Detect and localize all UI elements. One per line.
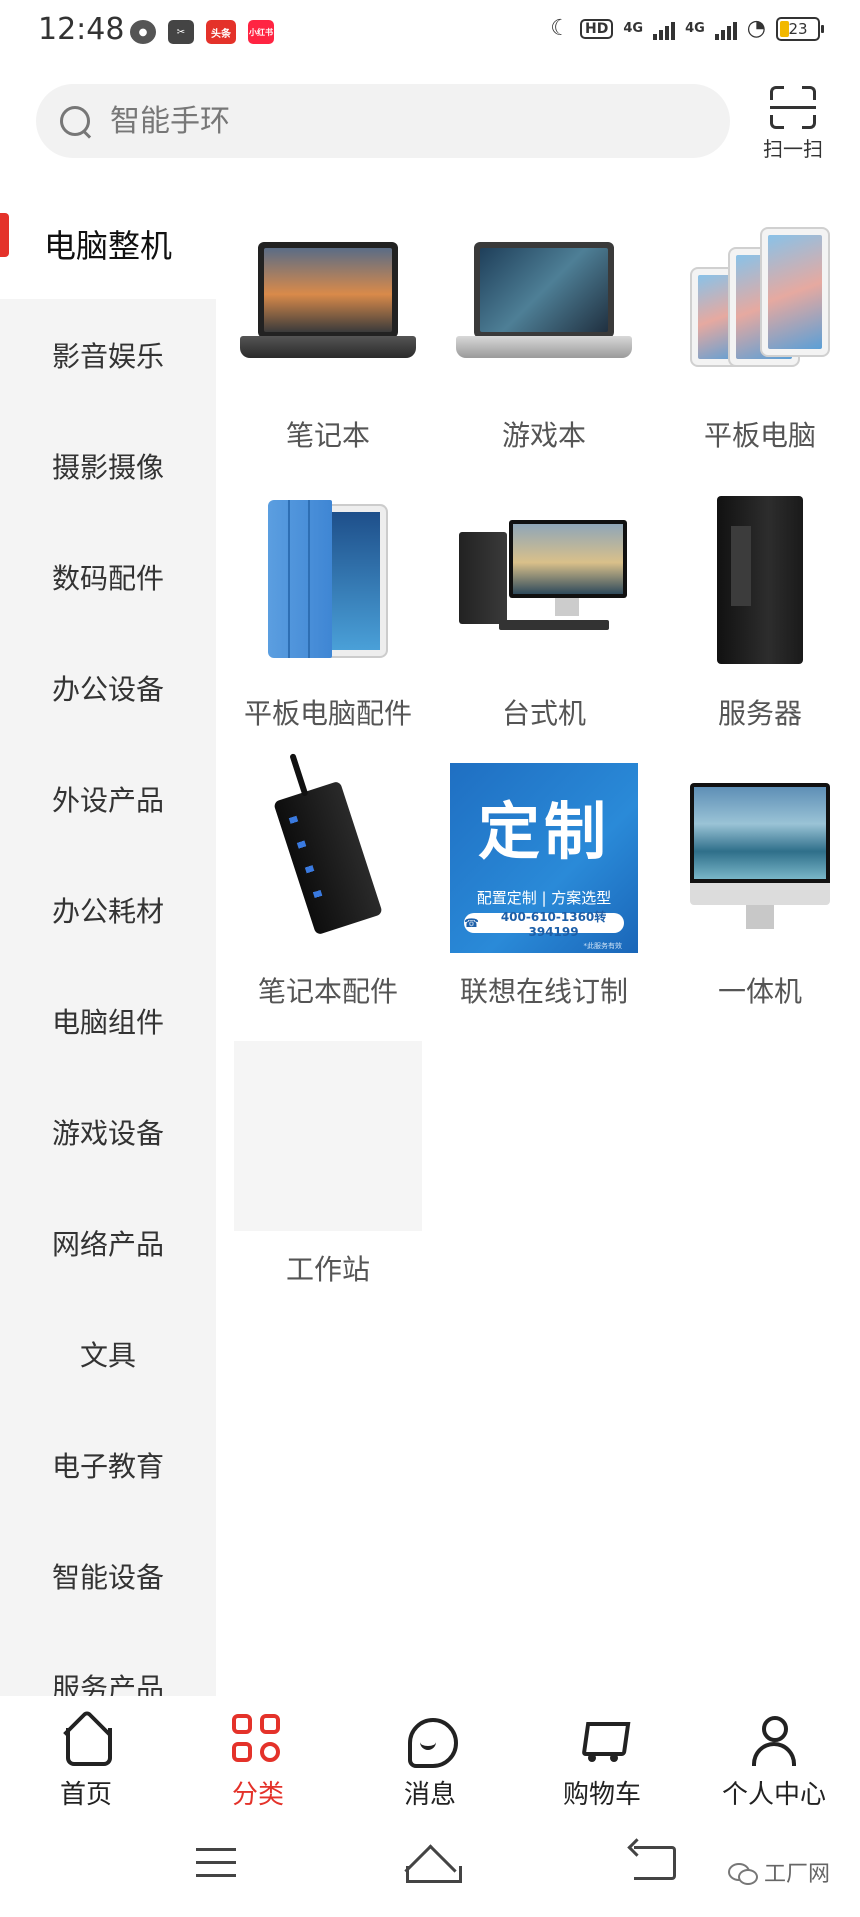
sidebar-item-photography[interactable]: 摄影摄像 [0, 410, 216, 521]
battery-level: 23 [788, 19, 808, 38]
grid-item-custom-order[interactable]: 定制 配置定制 | 方案选型 ☎ 400-610-1360转394199 *此服… [444, 763, 644, 1010]
message-icon [404, 1714, 458, 1768]
tab-label: 分类 [231, 1780, 284, 1810]
grid-item-label: 一体机 [717, 975, 802, 1008]
system-indicators: ☾ HD 4G 4G ◔ 23 [550, 16, 824, 41]
scan-icon [770, 86, 816, 129]
system-navigation-bar: 工厂网 [0, 1818, 860, 1917]
grid-item-label: 台式机 [501, 697, 586, 730]
sidebar-item-peripherals[interactable]: 外设产品 [0, 743, 216, 854]
tab-label: 购物车 [562, 1780, 641, 1810]
back-icon[interactable] [634, 1846, 676, 1880]
sidebar-item-education[interactable]: 电子教育 [0, 1409, 216, 1520]
grid-item-label: 工作站 [285, 1253, 370, 1286]
sidebar-item-office-equipment[interactable]: 办公设备 [0, 632, 216, 743]
grid-item-server[interactable]: 服务器 [660, 486, 860, 732]
custom-banner-subtitle: 配置定制 | 方案选型 [476, 889, 612, 907]
blank-image [234, 1041, 422, 1231]
sidebar-item-gaming[interactable]: 游戏设备 [0, 1076, 216, 1187]
search-input[interactable] [110, 103, 670, 139]
desktop-image [450, 486, 638, 674]
battery-icon: 23 [776, 16, 824, 41]
tab-profile[interactable]: 个人中心 [688, 1696, 860, 1818]
sidebar-item-network[interactable]: 网络产品 [0, 1187, 216, 1298]
xiaohongshu-icon: 小红书 [248, 20, 274, 44]
grid-item-all-in-one[interactable]: 一体机 [660, 764, 860, 1010]
tablet-cover-image [234, 486, 422, 674]
grid-item-label: 服务器 [717, 697, 802, 730]
grid-item-tablet[interactable]: 平板电脑 [660, 208, 860, 454]
custom-banner-title: 定制 [477, 795, 610, 868]
tab-label: 个人中心 [721, 1780, 826, 1810]
sidebar-item-components[interactable]: 电脑组件 [0, 965, 216, 1076]
grid-item-gaming-laptop[interactable]: 游戏本 [444, 208, 644, 454]
search-icon [58, 104, 92, 138]
custom-banner-note: *此服务有效 [583, 942, 623, 950]
watermark: 工厂网 [728, 1856, 830, 1888]
user-icon [748, 1714, 800, 1766]
grid-item-laptop[interactable]: 笔记本 [228, 208, 428, 454]
wechat-icon: ● [130, 20, 156, 44]
sidebar-item-stationery[interactable]: 文具 [0, 1298, 216, 1409]
server-image [666, 486, 854, 674]
sidebar-item-computers[interactable]: 电脑整机 [0, 188, 216, 299]
wechat-watermark-icon [728, 1861, 758, 1885]
gaming-laptop-image [450, 208, 638, 396]
watermark-text: 工厂网 [764, 1862, 831, 1887]
scissors-app-icon: ✂ [168, 20, 194, 44]
category-icon [232, 1714, 284, 1766]
tab-messages[interactable]: 消息 [344, 1696, 516, 1818]
wifi-icon: ◔ [746, 16, 766, 41]
scan-button[interactable]: 扫一扫 [752, 82, 834, 162]
tab-category[interactable]: 分类 [172, 1696, 344, 1818]
phone-icon: ☎ [464, 916, 484, 930]
custom-banner-phone: ☎ 400-610-1360转394199 [464, 910, 624, 939]
grid-item-desktop[interactable]: 台式机 [444, 486, 644, 732]
tab-cart[interactable]: 购物车 [516, 1696, 688, 1818]
network-2-label: 4G [685, 21, 705, 36]
tab-label: 消息 [403, 1780, 456, 1810]
cart-icon [576, 1714, 628, 1766]
menu-icon[interactable] [196, 1848, 236, 1878]
scan-label: 扫一扫 [763, 137, 823, 161]
grid-item-workstation[interactable]: 工作站 [228, 1041, 428, 1288]
search-bar[interactable] [36, 84, 730, 158]
status-time: 12:48 [38, 12, 125, 47]
grid-item-label: 笔记本配件 [257, 975, 398, 1008]
grid-item-label: 联想在线订制 [459, 975, 628, 1008]
sidebar-item-digital-accessories[interactable]: 数码配件 [0, 521, 216, 632]
grid-item-tablet-accessories[interactable]: 平板电脑配件 [228, 486, 428, 732]
hd-badge: HD [580, 18, 614, 39]
sidebar-item-smart-devices[interactable]: 智能设备 [0, 1520, 216, 1631]
sidebar-item-services[interactable]: 服务产品 [0, 1631, 216, 1697]
status-bar: 12:48 ● ✂ 头条 小红书 ☾ HD 4G 4G ◔ 23 [0, 0, 860, 66]
signal-1-icon [653, 18, 676, 40]
signal-2-icon [714, 18, 737, 40]
notification-icons: ● ✂ 头条 小红书 [130, 20, 274, 44]
home-nav-icon[interactable] [404, 1842, 462, 1883]
grid-item-label: 平板电脑 [703, 419, 816, 452]
home-icon [60, 1714, 112, 1766]
category-sidebar: 电脑整机 影音娱乐 摄影摄像 数码配件 办公设备 外设产品 办公耗材 电脑组件 … [0, 188, 216, 1696]
grid-item-label: 笔记本 [285, 419, 370, 452]
sidebar-item-office-supplies[interactable]: 办公耗材 [0, 854, 216, 965]
usb-hub-image [234, 764, 422, 952]
bottom-tab-bar: 首页 分类 消息 购物车 个人中心 [0, 1696, 860, 1818]
grid-item-label: 平板电脑配件 [243, 697, 412, 730]
custom-banner-image: 定制 配置定制 | 方案选型 ☎ 400-610-1360转394199 *此服… [450, 763, 638, 953]
grid-item-label: 游戏本 [501, 419, 586, 452]
tablet-image [666, 208, 854, 396]
tab-home[interactable]: 首页 [0, 1696, 172, 1818]
grid-item-laptop-accessories[interactable]: 笔记本配件 [228, 764, 428, 1010]
toutiao-icon: 头条 [206, 20, 236, 44]
all-in-one-image [666, 764, 854, 952]
network-1-label: 4G [623, 21, 644, 36]
moon-icon: ☾ [550, 16, 571, 41]
sidebar-item-entertainment[interactable]: 影音娱乐 [0, 299, 216, 410]
laptop-image [234, 208, 422, 396]
tab-label: 首页 [59, 1780, 112, 1810]
